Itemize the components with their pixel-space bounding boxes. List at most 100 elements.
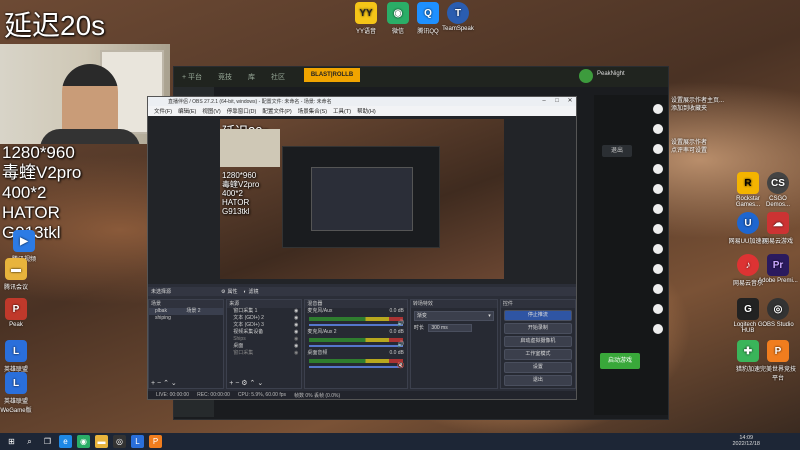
down-icon[interactable]: ⌄ [257, 380, 263, 387]
desktop-icon-csgo[interactable]: CS CSGO Demos... [758, 172, 798, 208]
source-item[interactable]: 窗口采集 ◉ [227, 350, 301, 357]
client-side-icon[interactable] [653, 124, 663, 134]
close-icon[interactable]: ✕ [564, 97, 576, 106]
gear-icon[interactable]: ⚙ [241, 380, 247, 387]
perfect-icon[interactable]: P [149, 435, 162, 448]
client-side-icon[interactable] [653, 204, 663, 214]
properties-button[interactable]: 属性 [228, 288, 238, 295]
mixer-track: 桌面音频 0.0 dB 🔇 [305, 350, 407, 369]
eye-icon[interactable]: ◉ [294, 315, 298, 322]
studio-mode-button[interactable]: 工作室模式 [503, 349, 572, 360]
mute-icon[interactable]: 🔇 [397, 362, 404, 369]
search-icon[interactable]: ⌕ [23, 435, 36, 448]
taskbar-clock[interactable]: 14:09 2022/12/18 [732, 435, 760, 447]
client-side-icon[interactable] [653, 304, 663, 314]
desktop-icon-premiere[interactable]: Pr Adobe Premi... [758, 254, 798, 284]
volume-slider[interactable]: 🔇 [309, 363, 405, 369]
browser-icon[interactable]: e [59, 435, 72, 448]
volume-slider[interactable]: 🔊 [309, 342, 405, 348]
client-side-icon[interactable] [653, 164, 663, 174]
add-icon[interactable]: + [229, 380, 233, 387]
menu-help[interactable]: 帮助(H) [357, 107, 376, 115]
desktop-icon-cloudgame[interactable]: ☁ 网易云游戏 [758, 212, 798, 245]
launch-game-button[interactable]: 启动游戏 [600, 353, 640, 369]
desktop-icon-lol-wegame[interactable]: L 英雄联盟WeGame版 [0, 372, 36, 414]
folder-icon[interactable]: ▬ [95, 435, 108, 448]
menu-profile[interactable]: 配置文件(P) [262, 107, 291, 115]
up-icon[interactable]: ⌃ [163, 380, 169, 387]
client-side-icon[interactable] [653, 244, 663, 254]
client-tab[interactable]: 竞技 [218, 72, 232, 82]
client-side-icon[interactable] [653, 324, 663, 334]
client-side-icon[interactable] [653, 184, 663, 194]
stop-streaming-button[interactable]: 停止推流 [503, 310, 572, 321]
menu-tools[interactable]: 工具(T) [333, 107, 351, 115]
up-icon[interactable]: ⌃ [250, 380, 256, 387]
volume-slider[interactable]: 🔊 [309, 321, 405, 327]
desktop-icon-label: OBS Studio [762, 322, 794, 328]
client-side-icon[interactable] [653, 104, 663, 114]
task-view-icon[interactable]: ❐ [41, 435, 54, 448]
client-tab[interactable]: + 平台 [182, 72, 202, 82]
desktop-icon-peak[interactable]: P Peak [0, 298, 36, 328]
eye-icon[interactable]: ◉ [294, 350, 298, 357]
settings-button[interactable]: 设置 [503, 362, 572, 373]
speaker-icon[interactable]: 🔊 [397, 320, 404, 327]
avatar[interactable] [579, 69, 593, 83]
filter-icon[interactable]: ◐ [244, 289, 247, 295]
duration-input[interactable]: 300 ms [428, 324, 473, 332]
game-icon[interactable]: L [131, 435, 144, 448]
eye-icon[interactable]: ◉ [294, 308, 298, 315]
eye-icon[interactable]: ◉ [294, 329, 298, 336]
client-side-icon[interactable] [653, 264, 663, 274]
menu-view[interactable]: 视图(V) [202, 107, 220, 115]
source-item[interactable]: 窗口采集 1 ◉ [227, 308, 301, 315]
eye-icon[interactable]: ◉ [294, 336, 298, 343]
down-icon[interactable]: ⌄ [171, 380, 177, 387]
source-item[interactable]: 文本 (GDI+) 3 ◉ [227, 322, 301, 329]
desktop-icon-folder[interactable]: ▬ 腾讯会议 [0, 258, 36, 291]
source-item[interactable]: 桌面 ◉ [227, 343, 301, 350]
filters-button[interactable]: 滤镜 [249, 288, 259, 295]
scene-item[interactable]: shiping [149, 315, 223, 322]
add-icon[interactable]: + [151, 380, 155, 387]
client-username[interactable]: PeakNight [597, 71, 625, 77]
exit-button[interactable]: 退出 [503, 375, 572, 386]
obs-icon[interactable]: ◎ [113, 435, 126, 448]
source-item[interactable]: 视频采集设备 ◉ [227, 329, 301, 336]
menu-scene-collection[interactable]: 场景集合(S) [298, 107, 327, 115]
speaker-icon[interactable]: 🔊 [397, 341, 404, 348]
gear-icon[interactable]: ⚙ [221, 289, 225, 295]
transition-select[interactable]: 渐变 ▾ [413, 311, 494, 321]
remove-icon[interactable]: − [235, 380, 239, 387]
client-tab[interactable]: 库 [248, 72, 255, 82]
remove-icon[interactable]: − [157, 380, 161, 387]
eye-icon[interactable]: ◉ [294, 322, 298, 329]
desktop-icon-teamspeak[interactable]: T TeamSpeak [438, 2, 478, 32]
virtual-camera-button[interactable]: 启动虚拟摄像机 [503, 336, 572, 347]
desktop-icon-lol[interactable]: L 英雄联盟 [0, 340, 36, 373]
scene-item[interactable]: plbak 场景 2 [149, 308, 224, 315]
teamspeak-icon: T [447, 2, 469, 24]
client-exit-button[interactable]: 退出 [602, 145, 632, 157]
windows-start-icon[interactable]: ⊞ [5, 435, 18, 448]
menu-edit[interactable]: 编辑(E) [178, 107, 196, 115]
client-tab[interactable]: 社区 [271, 72, 285, 82]
rec-status: REC: 00:00:00 [197, 392, 230, 398]
obs-preview[interactable]: 延迟20s 1280*960 毒蝰V2pro 400*2 HATOR G913t… [148, 116, 576, 284]
source-item[interactable]: 文本 (GDI+) 2 ◉ [227, 315, 301, 322]
minimize-icon[interactable]: – [538, 97, 550, 106]
menu-file[interactable]: 文件(F) [154, 107, 172, 115]
source-item[interactable]: Ships ◉ [227, 336, 301, 343]
client-side-icon[interactable] [653, 224, 663, 234]
wechat-icon[interactable]: ◉ [77, 435, 90, 448]
maximize-icon[interactable]: □ [551, 97, 563, 106]
client-side-icon[interactable] [653, 284, 663, 294]
menu-docks[interactable]: 停靠窗口(D) [227, 107, 257, 115]
eye-icon[interactable]: ◉ [294, 343, 298, 350]
desktop-icon-perfect[interactable]: P 完美世界竞技平台 [758, 340, 798, 382]
start-recording-button[interactable]: 开始录制 [503, 323, 572, 334]
desktop-icon-obs[interactable]: ◎ OBS Studio [758, 298, 798, 328]
client-banner[interactable]: BLAST|ROLLB [304, 68, 360, 82]
client-side-icon[interactable] [653, 144, 663, 154]
